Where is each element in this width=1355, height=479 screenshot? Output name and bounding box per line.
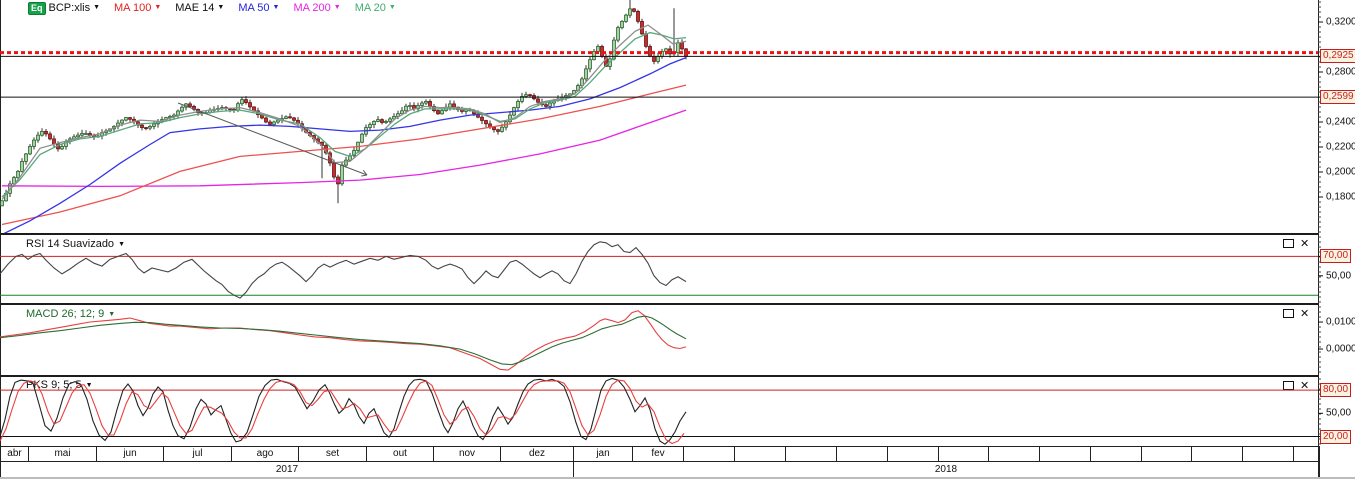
month-cell-ago: ago xyxy=(232,447,299,461)
axis-label-macd: 0,0000 xyxy=(1326,343,1355,355)
axis-label-pks: 50,00 xyxy=(1326,407,1352,419)
month-cell-set: set xyxy=(299,447,367,461)
axis-alert-label-pks: 80,00 xyxy=(1320,383,1352,398)
month-cell-out: out xyxy=(367,447,434,461)
axis-label-macd: 0,0100 xyxy=(1326,316,1355,328)
month-cell xyxy=(989,447,1040,461)
month-cell xyxy=(939,447,989,461)
axis-label-price: 0,1800 xyxy=(1326,191,1355,203)
month-cell xyxy=(837,447,888,461)
axis-label-price: 0,2800 xyxy=(1326,66,1355,78)
month-row: abr mai jun jul ago set out nov dez jan fev xyxy=(1,447,1319,462)
month-cell xyxy=(1192,447,1243,461)
price-scale-column[interactable]: 0,3200 0,2925 0,2800 0,2599 0,2400 0,2200 0,20… xyxy=(1318,0,1355,479)
year-row: 2017 2018 xyxy=(1,462,1319,478)
axis-label-price: 0,2400 xyxy=(1326,116,1355,128)
macd-pane-chart[interactable] xyxy=(0,305,1318,375)
month-cell-abr: abr xyxy=(1,447,29,461)
year-cell-2017: 2017 xyxy=(1,462,574,477)
axis-alert-label-price: 0,2599 xyxy=(1320,90,1355,105)
month-cell xyxy=(1294,447,1319,461)
charting-app: Eq BCP:xlis ▼ MA 100 ▼ MAE 14 ▼ MA 50 ▼ … xyxy=(0,0,1355,479)
month-cell xyxy=(1142,447,1192,461)
month-cell xyxy=(1091,447,1142,461)
month-cell xyxy=(735,447,786,461)
month-cell xyxy=(786,447,837,461)
price-pane-chart[interactable] xyxy=(0,0,1318,233)
month-cell-dez: dez xyxy=(501,447,574,461)
axis-label-price: 0,2200 xyxy=(1326,141,1355,153)
month-cell xyxy=(1040,447,1091,461)
month-cell-nov: nov xyxy=(434,447,501,461)
axis-alert-label-pks: 20,00 xyxy=(1320,429,1352,444)
axis-label-price: 0,3200 xyxy=(1326,16,1355,28)
month-cell-jun: jun xyxy=(97,447,164,461)
month-cell-fev: fev xyxy=(633,447,684,461)
year-cell-2018: 2018 xyxy=(574,462,1319,477)
month-cell-jan: jan xyxy=(574,447,633,461)
time-axis[interactable]: abr mai jun jul ago set out nov dez jan fev 2017 20… xyxy=(0,446,1320,478)
axis-label-rsi: 50,00 xyxy=(1326,270,1352,282)
rsi-pane-chart[interactable] xyxy=(0,235,1318,303)
axis-alert-label-rsi: 70,00 xyxy=(1320,249,1352,264)
month-cell xyxy=(684,447,735,461)
month-cell xyxy=(888,447,939,461)
month-cell xyxy=(1243,447,1294,461)
axis-alert-label-price: 0,2925 xyxy=(1320,49,1355,64)
pks-pane-chart[interactable] xyxy=(0,377,1318,445)
axis-label-price: 0,2000 xyxy=(1326,166,1355,178)
month-cell-jul: jul xyxy=(164,447,232,461)
month-cell-mai: mai xyxy=(29,447,97,461)
